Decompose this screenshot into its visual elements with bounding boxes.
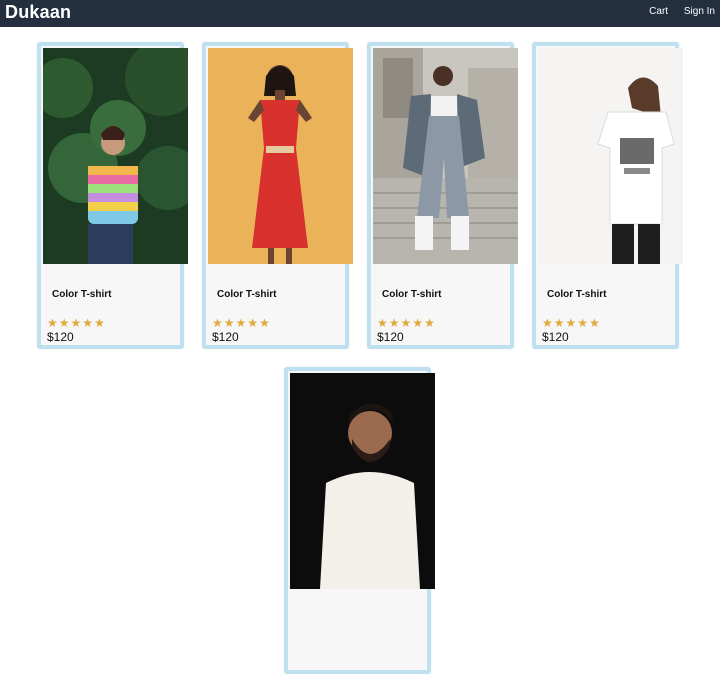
sign-in-link[interactable]: Sign In — [684, 6, 715, 17]
star-icon: ★ — [47, 316, 58, 330]
star-icon: ★ — [400, 316, 412, 330]
model-photo-icon — [538, 48, 683, 264]
rating-stars: ★★★★★ — [212, 314, 271, 330]
nav-links: Cart Sign In — [636, 6, 715, 17]
product-name[interactable]: Color T-shirt — [547, 289, 606, 300]
product-image[interactable] — [290, 373, 435, 589]
product-image[interactable] — [43, 48, 188, 264]
star-icon: ★ — [377, 316, 388, 330]
product-card[interactable]: Color T-shirt ★★★★★ $120 — [367, 42, 518, 349]
star-icon: ★ — [553, 316, 565, 330]
star-icon: ★ — [388, 316, 400, 330]
model-photo-icon — [373, 48, 518, 264]
star-icon: ★ — [577, 316, 589, 330]
star-icon: ★ — [565, 316, 577, 330]
star-icon: ★ — [542, 316, 553, 330]
star-icon: ★ — [70, 316, 82, 330]
product-price: $120 — [212, 330, 239, 344]
star-icon: ★ — [58, 316, 70, 330]
product-name[interactable]: Color T-shirt — [382, 289, 441, 300]
rating-stars: ★★★★★ — [542, 314, 601, 330]
star-icon: ★ — [82, 316, 94, 330]
star-icon: ★ — [212, 316, 223, 330]
star-icon: ★ — [235, 316, 247, 330]
star-icon: ★ — [412, 316, 424, 330]
model-photo-icon — [290, 373, 435, 589]
navbar: Dukaan Cart Sign In — [0, 0, 720, 27]
product-name[interactable]: Color T-shirt — [52, 289, 111, 300]
star-icon: ★ — [247, 316, 259, 330]
star-icon: ★ — [424, 316, 435, 330]
product-price: $120 — [542, 330, 569, 344]
product-card[interactable]: Color T-shirt ★★★★★ $120 — [202, 42, 353, 349]
star-icon: ★ — [589, 316, 600, 330]
cart-link[interactable]: Cart — [649, 6, 668, 17]
star-icon: ★ — [259, 316, 270, 330]
product-price: $120 — [47, 330, 74, 344]
star-icon: ★ — [223, 316, 235, 330]
model-photo-icon — [43, 48, 188, 264]
product-card[interactable] — [284, 367, 435, 674]
product-image[interactable] — [208, 48, 353, 264]
model-photo-icon — [208, 48, 353, 264]
product-image[interactable] — [373, 48, 518, 264]
rating-stars: ★★★★★ — [47, 314, 106, 330]
product-name[interactable]: Color T-shirt — [217, 289, 276, 300]
product-price: $120 — [377, 330, 404, 344]
product-image[interactable] — [538, 48, 683, 264]
star-icon: ★ — [94, 316, 105, 330]
product-card[interactable]: Color T-shirt ★★★★★ $120 — [532, 42, 683, 349]
rating-stars: ★★★★★ — [377, 314, 436, 330]
brand-logo[interactable]: Dukaan — [5, 2, 71, 23]
product-card[interactable]: Color T-shirt ★★★★★ $120 — [37, 42, 188, 349]
